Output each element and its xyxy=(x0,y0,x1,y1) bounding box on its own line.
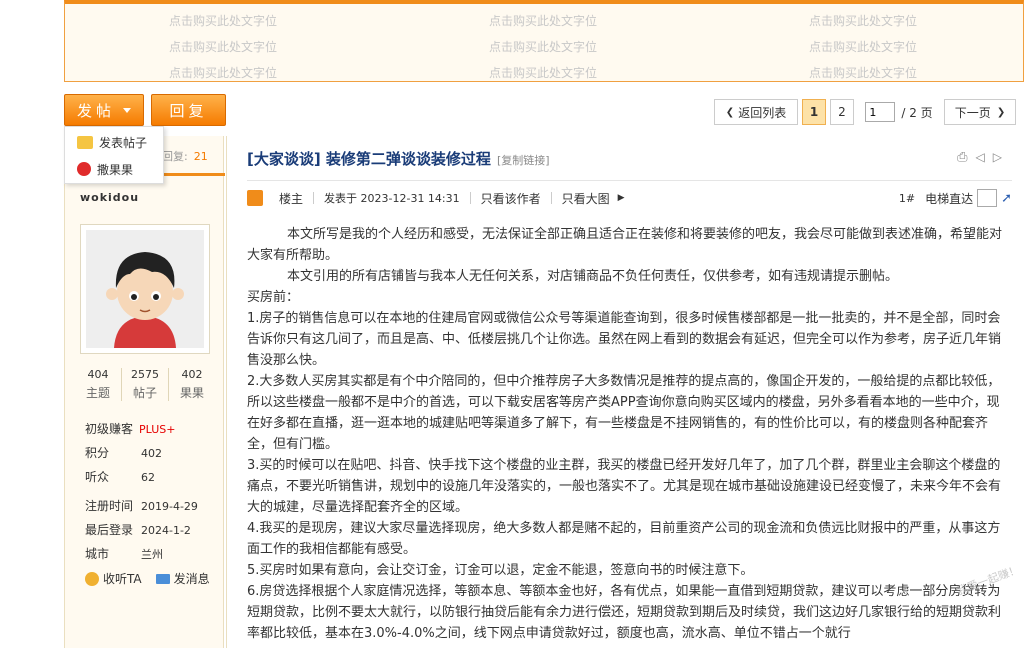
stat-posts[interactable]: 2575 帖子 xyxy=(122,368,169,401)
ad-banner: 点击购买此处文字位 点击购买此处文字位 点击购买此处文字位 点击购买此处文字位 … xyxy=(64,0,1024,82)
info-row: 听众 62 xyxy=(85,470,155,484)
menu-item-new-thread[interactable]: 发表帖子 xyxy=(65,130,163,154)
author-actions: 收听TA 发消息 xyxy=(85,570,210,587)
divider xyxy=(247,180,1012,181)
chevron-left-icon: ❮ xyxy=(725,106,735,118)
chevron-right-icon: ▶ xyxy=(617,193,625,203)
elevator-input[interactable] xyxy=(977,189,998,207)
big-image-link[interactable]: 只看大图 xyxy=(562,190,610,207)
stat-fruits[interactable]: 402 果果 xyxy=(169,368,215,401)
plus-badge: PLUS+ xyxy=(139,423,176,436)
post-dropdown-menu: 发表帖子 撒果果 xyxy=(64,126,164,184)
post-paragraph: 买房前： xyxy=(247,290,300,305)
author-badge-icon xyxy=(247,190,263,206)
post-time: 发表于 2023-12-31 14:31 xyxy=(324,192,460,205)
mail-icon xyxy=(155,573,170,584)
ad-text[interactable]: 点击购买此处文字位 xyxy=(809,64,917,81)
info-row: 积分 402 xyxy=(85,446,162,460)
folder-icon xyxy=(77,135,93,149)
post-button[interactable]: 发帖 xyxy=(64,94,144,126)
copy-link[interactable]: [复制链接] xyxy=(497,154,550,167)
author-role: 楼主 xyxy=(279,191,304,206)
rank-label[interactable]: 初级赚客 xyxy=(85,422,133,436)
post-title: [大家谈谈] 装修第二弹谈谈装修过程 [复制链接] xyxy=(247,150,550,168)
post-meta-bar: 楼主 发表于 2023-12-31 14:31 只看该作者 只看大图 ▶ 1# … xyxy=(247,188,1012,208)
back-to-list-button[interactable]: ❮ 返回列表 xyxy=(714,99,798,125)
author-name[interactable]: wokidou xyxy=(80,191,139,204)
title-tools: ⎙ ◁ ▷ xyxy=(957,150,1002,165)
post-main: [大家谈谈] 装修第二弹谈谈装修过程 [复制链接] ⎙ ◁ ▷ 楼主 发表于 20… xyxy=(226,136,1026,648)
next-page-label: 下一页 xyxy=(954,105,991,120)
follow-icon xyxy=(85,571,99,586)
ad-text[interactable]: 点击购买此处文字位 xyxy=(489,12,597,29)
ad-text[interactable]: 点击购买此处文字位 xyxy=(809,38,917,55)
divider xyxy=(313,192,315,204)
next-thread-icon[interactable]: ▷ xyxy=(993,150,1002,165)
print-icon[interactable]: ⎙ xyxy=(957,150,967,165)
post-paragraph: 3.买的时候可以在贴吧、抖音、快手找下这个楼盘的业主群，我买的楼盘已经开发好几年… xyxy=(247,458,1002,515)
back-to-list-label: 返回列表 xyxy=(738,105,787,120)
chevron-right-icon: ❯ xyxy=(996,106,1006,118)
post-paragraph: 4.我买的是现房，建议大家尽量选择现房，绝大多数人都是赌不起的，目前重资产公司的… xyxy=(247,521,1001,557)
pagination: ❮ 返回列表 1 2 / 2 页 下一页 ❯ xyxy=(714,99,1016,125)
only-author-link[interactable]: 只看该作者 xyxy=(481,190,541,207)
post-paragraph: 6.房贷选择根据个人家庭情况选择，等额本息、等额本金也好，各有优点，如果能一直借… xyxy=(247,584,1002,641)
ad-text[interactable]: 点击购买此处文字位 xyxy=(489,38,597,55)
reply-button[interactable]: 回复 xyxy=(151,94,226,126)
ad-text[interactable]: 点击购买此处文字位 xyxy=(809,12,917,29)
author-rank: 初级赚客 PLUS+ xyxy=(85,420,175,437)
apple-icon xyxy=(77,162,91,176)
info-row: 城市 兰州 xyxy=(85,547,163,561)
page-link-current[interactable]: 1 xyxy=(802,99,826,125)
post-paragraph: 5.买房时如果有意向，会让交订金，订金可以退，定金不能退，签意向书的时候注意下。 xyxy=(247,563,754,578)
info-row: 最后登录 2024-1-2 xyxy=(85,523,191,537)
reply-button-label: 回复 xyxy=(169,101,208,120)
next-page-button[interactable]: 下一页 ❯ xyxy=(944,99,1016,125)
ad-text[interactable]: 点击购买此处文字位 xyxy=(489,64,597,81)
follow-link[interactable]: 收听TA xyxy=(85,570,142,587)
divider xyxy=(550,192,552,204)
menu-item-give-fruit[interactable]: 撒果果 xyxy=(65,157,163,181)
divider xyxy=(469,192,471,204)
reply-count: 回复: 21 xyxy=(162,150,208,163)
ad-text[interactable]: 点击购买此处文字位 xyxy=(169,64,277,81)
stat-topics[interactable]: 404 主题 xyxy=(75,368,122,401)
post-paragraph: 本文所写是我的个人经历和感受，无法保证全部正确且适合正在装修和将要装修的吧友，我… xyxy=(247,227,1003,263)
post-paragraph: 1.房子的销售信息可以在本地的住建局官网或微信公众号等渠道能查询到，很多时候售楼… xyxy=(247,311,1002,368)
page-total: / 2 页 xyxy=(901,105,933,120)
page-link[interactable]: 2 xyxy=(830,99,854,125)
ad-text[interactable]: 点击购买此处文字位 xyxy=(169,12,277,29)
floor-number: 1# xyxy=(898,191,916,205)
post-button-label: 发帖 xyxy=(76,101,115,120)
page-input[interactable] xyxy=(865,102,896,122)
author-sidebar: 回复: 21 wokidou 404 主题 2575 帖子 402 果果 初级赚客 PLU… xyxy=(64,136,225,648)
ad-text[interactable]: 点击购买此处文字位 xyxy=(169,38,277,55)
avatar-image xyxy=(86,230,204,348)
jump-icon[interactable]: ➚ xyxy=(1001,191,1012,206)
page-jump: / 2 页 xyxy=(858,99,940,125)
post-content: 本文所写是我的个人经历和感受，无法保证全部正确且适合正在装修和将要装修的吧友，我… xyxy=(247,224,1007,644)
info-row: 注册时间 2019-4-29 xyxy=(85,499,198,513)
post-paragraph: 本文引用的所有店铺皆与我本人无任何关系，对店铺商品不负任何责任，仅供参考，如有违… xyxy=(287,269,899,284)
post-paragraph: 2.大多数人买房其实都是有个中介陪同的，但中介推荐房子大多数情况是推荐的提点高的… xyxy=(247,374,1001,452)
elevator-label: 电梯直达 xyxy=(925,191,974,206)
chevron-down-icon xyxy=(123,107,131,113)
prev-thread-icon[interactable]: ◁ xyxy=(976,150,985,165)
avatar[interactable] xyxy=(80,224,210,354)
author-stats: 404 主题 2575 帖子 402 果果 xyxy=(75,368,215,401)
message-link[interactable]: 发消息 xyxy=(155,570,210,587)
